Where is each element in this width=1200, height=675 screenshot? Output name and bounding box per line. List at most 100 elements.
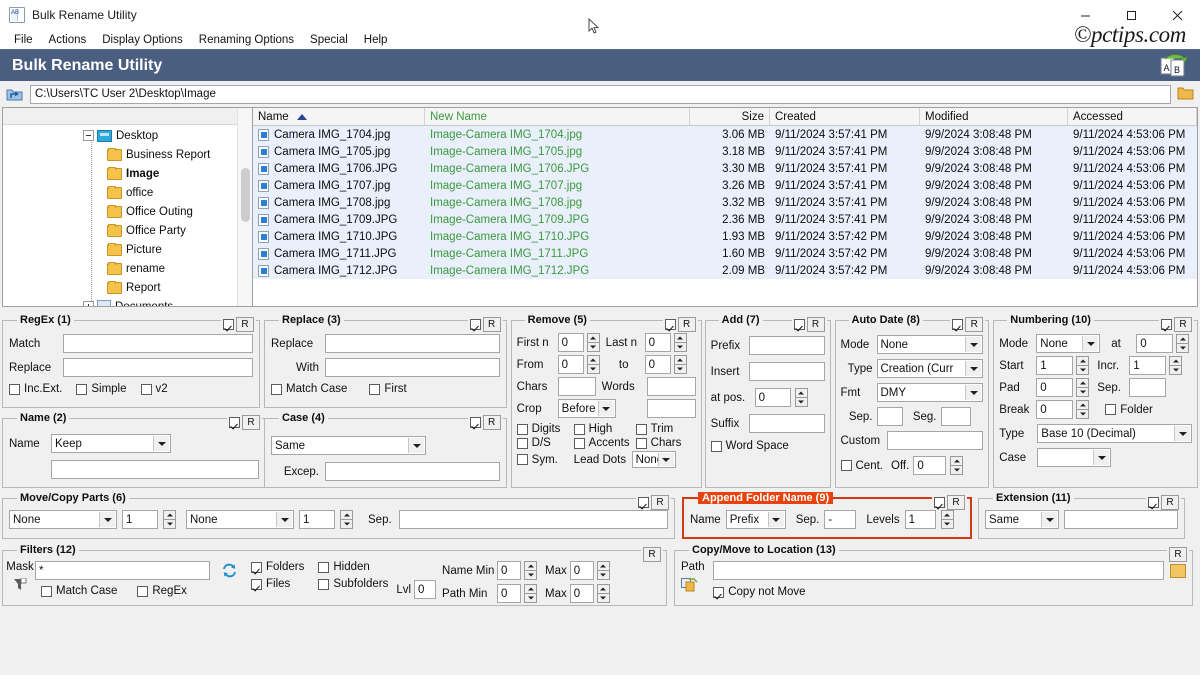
- tree-item-business-report[interactable]: Business Report: [3, 145, 252, 164]
- move-copy-spinner-1[interactable]: [163, 510, 176, 529]
- auto-date-cent-checkbox[interactable]: Cent.: [840, 460, 883, 472]
- table-row[interactable]: Camera IMG_1707.jpg Image-Camera IMG_170…: [253, 177, 1197, 194]
- add-at-pos-spinner[interactable]: [794, 388, 808, 407]
- copy-move-reset-button[interactable]: R: [1169, 547, 1187, 562]
- remove-sym-checkbox[interactable]: Sym.: [516, 454, 574, 466]
- remove-to-spinner[interactable]: [673, 355, 687, 374]
- filters-mask-input[interactable]: *: [35, 561, 210, 580]
- add-prefix-input[interactable]: [748, 336, 825, 355]
- tree-item-office-outing[interactable]: Office Outing: [3, 202, 252, 221]
- filters-name-max-input[interactable]: 0: [569, 561, 594, 580]
- remove-first-n-input[interactable]: 0: [557, 333, 584, 352]
- menu-help[interactable]: Help: [356, 33, 396, 47]
- numbering-break-input[interactable]: 0: [1036, 400, 1074, 419]
- regex-enable-checkbox[interactable]: [223, 319, 234, 330]
- tree-scrollbar[interactable]: [237, 108, 252, 306]
- tree-item-image[interactable]: Image: [3, 164, 252, 183]
- remove-accents-checkbox[interactable]: Accents: [573, 437, 636, 449]
- move-copy-spinner-2[interactable]: [340, 510, 353, 529]
- add-word-space-checkbox[interactable]: Word Space: [710, 440, 825, 452]
- copy-not-move-checkbox[interactable]: Copy not Move: [713, 586, 1186, 598]
- tree-item-report[interactable]: Report: [3, 278, 252, 297]
- extension-reset-button[interactable]: R: [1161, 495, 1179, 510]
- auto-date-type-select[interactable]: Creation (Curr: [876, 359, 984, 378]
- regex-match-input[interactable]: [63, 334, 253, 353]
- table-row[interactable]: Camera IMG_1704.jpg Image-Camera IMG_170…: [253, 126, 1197, 143]
- remove-to-input[interactable]: 0: [644, 355, 671, 374]
- remove-from-spinner[interactable]: [586, 355, 600, 374]
- name-enable-checkbox[interactable]: [229, 417, 240, 428]
- filters-hidden-checkbox[interactable]: Hidden: [318, 561, 388, 573]
- replace-match-case-checkbox[interactable]: Match Case: [271, 383, 347, 395]
- column-header-name[interactable]: Name: [253, 108, 425, 125]
- filters-name-min-input[interactable]: 0: [497, 561, 522, 580]
- numbering-start-spinner[interactable]: [1076, 356, 1090, 375]
- folder-up-icon[interactable]: [6, 86, 24, 102]
- filters-name-max-spinner[interactable]: [596, 561, 610, 580]
- remove-enable-checkbox[interactable]: [664, 319, 676, 330]
- remove-digits-checkbox[interactable]: Digits: [516, 423, 574, 435]
- filters-files-checkbox[interactable]: Files: [251, 578, 304, 590]
- auto-date-off-spinner[interactable]: [950, 456, 964, 475]
- move-copy-count-2[interactable]: 1: [299, 510, 335, 529]
- tree-item-rename[interactable]: rename: [3, 259, 252, 278]
- table-row[interactable]: Camera IMG_1709.JPG Image-Camera IMG_170…: [253, 211, 1197, 228]
- refresh-icon[interactable]: [222, 563, 237, 578]
- tree-item-picture[interactable]: Picture: [3, 240, 252, 259]
- move-copy-select-2[interactable]: None: [186, 510, 294, 529]
- numbering-mode-select[interactable]: None: [1036, 334, 1101, 353]
- auto-date-enable-checkbox[interactable]: [952, 319, 964, 330]
- append-folder-name-select[interactable]: Prefix: [725, 510, 786, 529]
- replace-enable-checkbox[interactable]: [469, 319, 481, 330]
- remove-first-n-spinner[interactable]: [586, 333, 600, 352]
- auto-date-seg-input[interactable]: [940, 407, 971, 426]
- filters-subfolders-checkbox[interactable]: Subfolders: [318, 578, 388, 590]
- case-reset-button[interactable]: R: [482, 415, 501, 430]
- menu-file[interactable]: File: [6, 33, 41, 47]
- filters-regex-checkbox[interactable]: RegEx: [137, 585, 187, 597]
- extension-mode-select[interactable]: Same: [985, 510, 1059, 529]
- tree-item-office[interactable]: office: [3, 183, 252, 202]
- numbering-enable-checkbox[interactable]: [1161, 319, 1172, 330]
- file-list[interactable]: Name New Name Size Created Modified Acce…: [253, 107, 1198, 307]
- menu-special[interactable]: Special: [302, 33, 356, 47]
- filters-path-max-input[interactable]: 0: [569, 584, 594, 603]
- copy-move-path-input[interactable]: [713, 561, 1164, 580]
- folder-tree[interactable]: Desktop Business Report Image office Off…: [2, 107, 253, 307]
- replace-input[interactable]: [325, 334, 500, 353]
- case-mode-select[interactable]: Same: [271, 436, 426, 455]
- name-reset-button[interactable]: R: [242, 415, 260, 430]
- remove-words-input[interactable]: [646, 377, 696, 396]
- remove-last-n-spinner[interactable]: [673, 333, 687, 352]
- filters-folders-checkbox[interactable]: Folders: [251, 561, 304, 573]
- tree-item-office-party[interactable]: Office Party: [3, 221, 252, 240]
- auto-date-off-input[interactable]: 0: [913, 456, 947, 475]
- menu-renaming-options[interactable]: Renaming Options: [191, 33, 302, 47]
- numbering-type-select[interactable]: Base 10 (Decimal): [1037, 424, 1192, 443]
- remove-crop-input[interactable]: [646, 399, 696, 418]
- auto-date-sep-input[interactable]: [876, 407, 903, 426]
- regex-simple-checkbox[interactable]: Simple: [76, 383, 127, 395]
- menu-display-options[interactable]: Display Options: [94, 33, 191, 47]
- tree-item-desktop[interactable]: Desktop: [3, 126, 252, 145]
- move-copy-enable-checkbox[interactable]: [638, 497, 649, 508]
- column-header-size[interactable]: Size: [690, 108, 770, 125]
- filters-path-min-spinner[interactable]: [524, 584, 538, 603]
- menu-actions[interactable]: Actions: [41, 33, 95, 47]
- numbering-break-spinner[interactable]: [1076, 400, 1090, 419]
- name-value-input[interactable]: [51, 460, 259, 479]
- regex-reset-button[interactable]: R: [236, 317, 254, 332]
- remove-chars-checkbox[interactable]: Chars: [635, 437, 681, 449]
- column-header-created[interactable]: Created: [770, 108, 920, 125]
- regex-inc-ext-checkbox[interactable]: Inc.Ext.: [9, 383, 62, 395]
- append-folder-levels-input[interactable]: 1: [904, 510, 936, 529]
- copy-move-browse-icon[interactable]: [1170, 563, 1186, 578]
- path-input[interactable]: C:\Users\TC User 2\Desktop\Image: [30, 84, 1171, 104]
- remove-crop-select[interactable]: Before: [557, 399, 616, 418]
- add-enable-checkbox[interactable]: [793, 319, 805, 330]
- column-header-accessed[interactable]: Accessed: [1068, 108, 1197, 125]
- numbering-pad-input[interactable]: 0: [1036, 378, 1074, 397]
- add-at-pos-input[interactable]: 0: [754, 388, 791, 407]
- replace-with-input[interactable]: [325, 358, 500, 377]
- path-browse-icon[interactable]: [1177, 86, 1194, 102]
